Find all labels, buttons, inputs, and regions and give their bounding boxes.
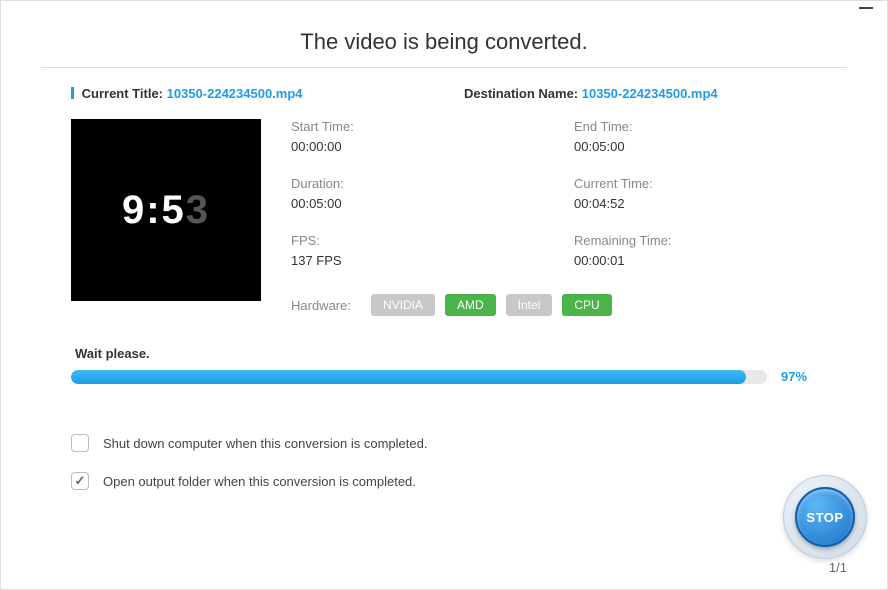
thumbnail-time: 9:53 bbox=[122, 188, 210, 233]
hardware-cpu: CPU bbox=[562, 294, 611, 316]
current-title-row: Current Title: 10350-224234500.mp4 bbox=[71, 86, 424, 101]
progress-fill bbox=[71, 370, 746, 384]
current-time: Current Time: 00:04:52 bbox=[574, 176, 817, 211]
hardware-amd: AMD bbox=[445, 294, 496, 316]
open-folder-label: Open output folder when this conversion … bbox=[103, 474, 416, 489]
duration: Duration: 00:05:00 bbox=[291, 176, 534, 211]
stop-button-label: STOP bbox=[795, 487, 855, 547]
wait-message: Wait please. bbox=[71, 346, 817, 361]
hardware-intel: Intel bbox=[506, 294, 553, 316]
open-folder-checkbox[interactable] bbox=[71, 472, 89, 490]
page-counter: 1/1 bbox=[829, 560, 847, 575]
current-title-value: 10350-224234500.mp4 bbox=[167, 86, 303, 101]
minimize-icon[interactable] bbox=[859, 7, 873, 9]
hardware-label: Hardware: bbox=[291, 298, 351, 313]
current-title-label: Current Title: bbox=[82, 86, 163, 101]
stop-button[interactable]: STOP bbox=[783, 475, 867, 559]
progress-percent: 97% bbox=[781, 369, 817, 384]
hardware-row: Hardware: NVIDIA AMD Intel CPU bbox=[291, 294, 817, 316]
destination-row: Destination Name: 10350-224234500.mp4 bbox=[464, 86, 817, 101]
divider bbox=[41, 67, 847, 68]
fps: FPS: 137 FPS bbox=[291, 233, 534, 268]
destination-value: 10350-224234500.mp4 bbox=[582, 86, 718, 101]
hardware-nvidia: NVIDIA bbox=[371, 294, 435, 316]
start-time: Start Time: 00:00:00 bbox=[291, 119, 534, 154]
accent-bar-icon bbox=[71, 87, 74, 99]
remaining-time: Remaining Time: 00:00:01 bbox=[574, 233, 817, 268]
video-thumbnail: 9:53 bbox=[71, 119, 261, 301]
shutdown-label: Shut down computer when this conversion … bbox=[103, 436, 427, 451]
progress-bar bbox=[71, 370, 767, 384]
end-time: End Time: 00:05:00 bbox=[574, 119, 817, 154]
shutdown-checkbox[interactable] bbox=[71, 434, 89, 452]
page-title: The video is being converted. bbox=[1, 1, 887, 67]
destination-label: Destination Name: bbox=[464, 86, 578, 101]
